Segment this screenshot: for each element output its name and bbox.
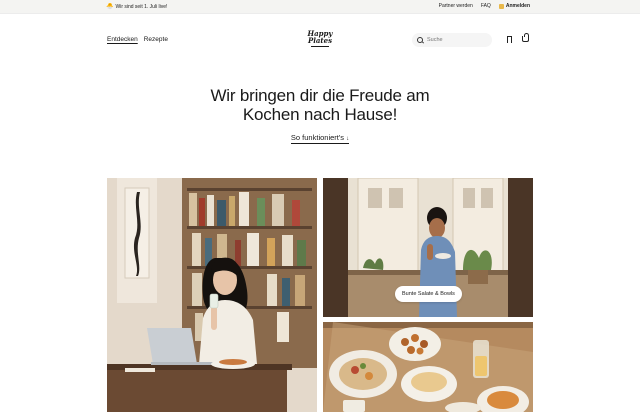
happy-plates-logo[interactable]: Happy Plates [306,30,334,47]
dinner-table-photo[interactable] [323,322,533,412]
login-link[interactable]: Anmelden [498,3,530,9]
login-icon [498,3,504,9]
main-nav: Entdecken Rezepte [107,36,168,43]
cart-icon[interactable] [522,33,529,42]
search-box[interactable] [412,33,492,47]
how-it-works-link[interactable]: So funktioniert's ↓ [290,133,350,144]
search-input[interactable] [427,37,487,43]
chick-emoji: 🐣 [106,4,114,10]
hero-title-line-2: Kochen nach Hause! [242,105,398,124]
announcement-text: Wir sind seit 1. Juli live! [115,3,168,10]
search-icon [417,37,423,43]
arrow-down-icon: ↓ [346,136,350,142]
nav-item-entdecken[interactable]: Entdecken [107,36,138,43]
login-label: Anmelden [505,3,530,9]
announcement-bar: 🐣 Wir sind seit 1. Juli live! Partner we… [0,0,640,14]
how-it-works-label: So funktioniert's [290,133,345,142]
category-badge[interactable]: Bunte Salate & Bowls [395,286,462,302]
woman-eating-at-laptop-photo[interactable] [107,178,317,412]
faq-link[interactable]: FAQ [481,3,491,9]
bookmark-icon[interactable] [507,36,512,43]
logo-text-2: Plates [307,36,333,45]
logo-underline [311,46,329,47]
hero-title: Wir bringen dir die Freude am Kochen nac… [0,86,640,124]
hero-title-line-1: Wir bringen dir die Freude am [210,86,430,105]
main-navbar: Entdecken Rezepte Happy Plates [0,14,640,64]
topbar-links: Partner werden FAQ Anmelden [439,3,530,9]
announcement: 🐣 Wir sind seit 1. Juli live! [106,3,168,11]
nav-item-rezepte[interactable]: Rezepte [144,36,168,43]
hero-section: Wir bringen dir die Freude am Kochen nac… [0,86,640,145]
partner-link[interactable]: Partner werden [439,3,473,9]
